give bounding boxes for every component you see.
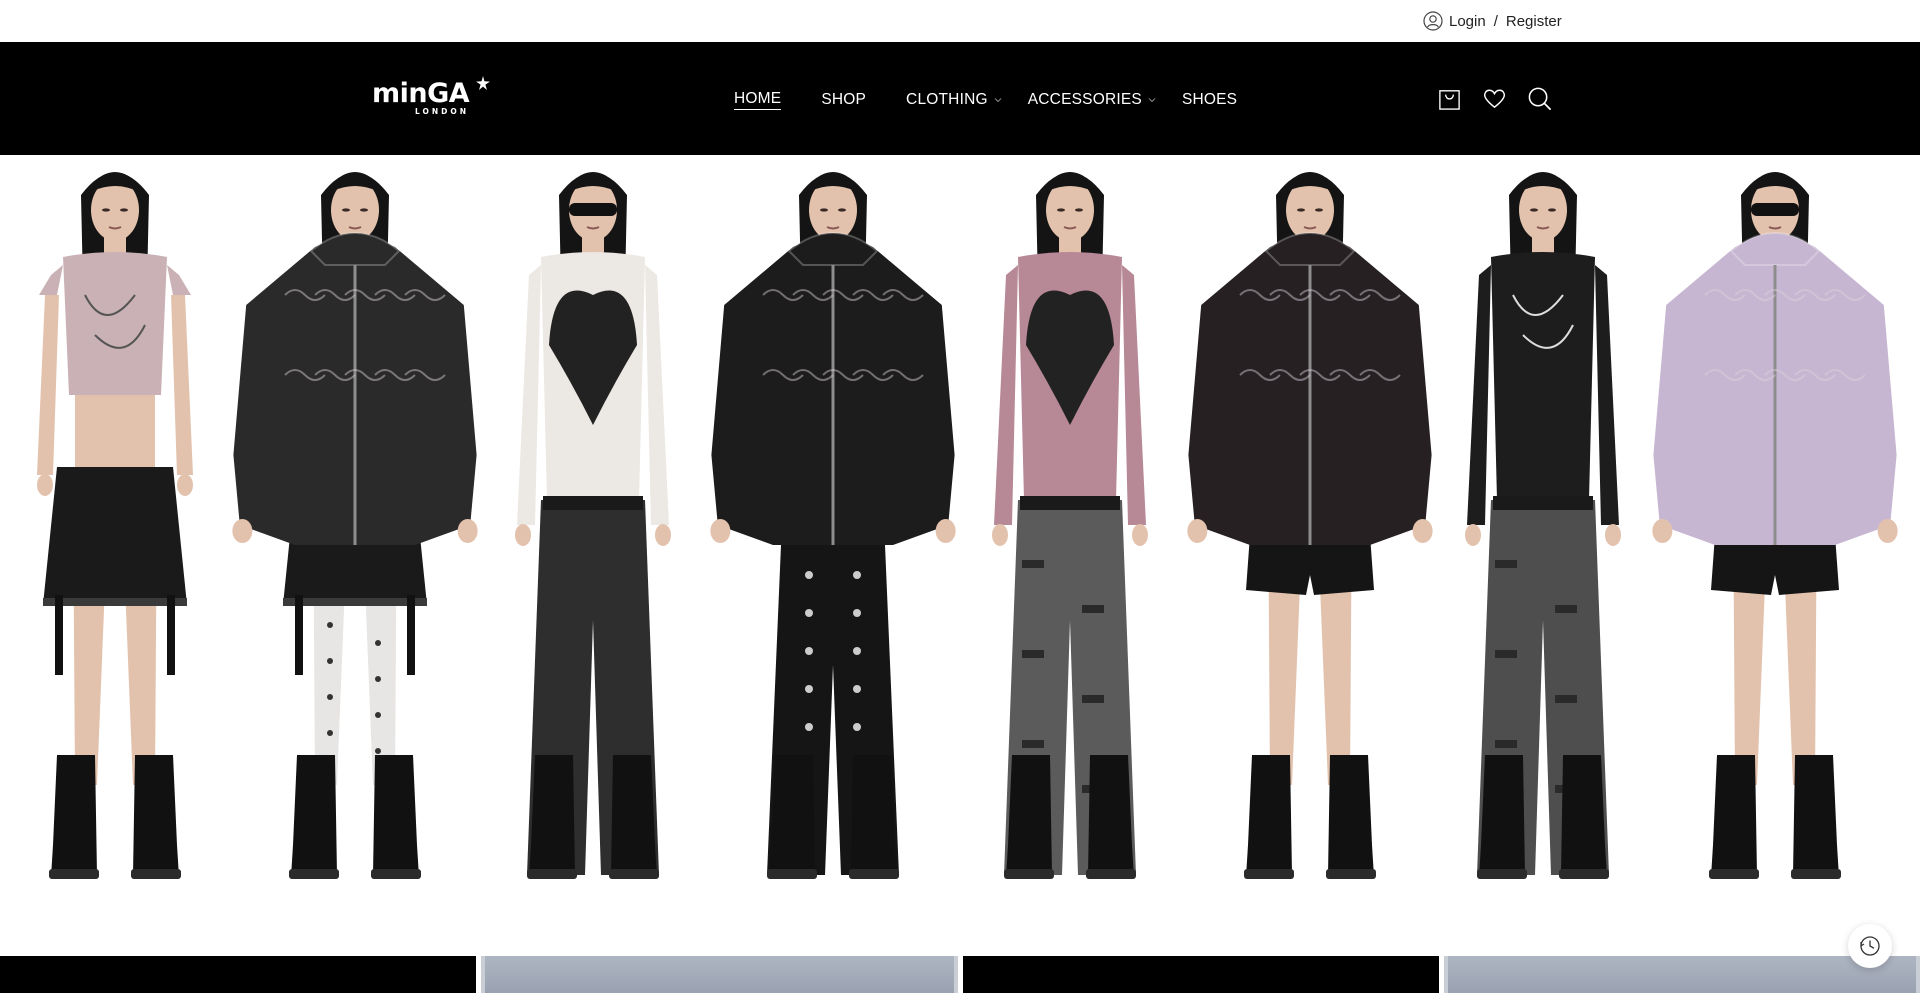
category-tile[interactable]: [1443, 956, 1920, 993]
heart-icon[interactable]: [1482, 86, 1507, 111]
login-register-link[interactable]: Login / Register: [1423, 10, 1562, 32]
search-icon[interactable]: [1527, 86, 1552, 111]
top-utility-bar: Login / Register: [0, 0, 1920, 42]
recently-viewed-button[interactable]: [1848, 924, 1892, 968]
model-figure: [37, 172, 193, 879]
nav-item-home[interactable]: HOME: [734, 90, 782, 110]
cart-icon[interactable]: [1437, 86, 1462, 111]
category-tile[interactable]: [481, 956, 958, 993]
login-separator: /: [1493, 12, 1498, 30]
tile-image: [485, 956, 954, 993]
logo-text: minGA: [372, 78, 470, 109]
nav-item-label: HOME: [734, 90, 782, 110]
category-tile[interactable]: [0, 956, 477, 993]
model-figure: [515, 172, 671, 879]
model-figure: [1465, 172, 1621, 879]
model-figure: [710, 172, 956, 879]
main-nav: HOME SHOP CLOTHING ACCESSORIES SHOES: [734, 88, 1237, 112]
nav-item-accessories[interactable]: ACCESSORIES: [1028, 91, 1156, 109]
model-figure: [1187, 172, 1433, 879]
main-header: minGA LONDON HOME SHOP CLOTHING ACCESSOR…: [0, 42, 1920, 155]
tile-image: [1447, 956, 1916, 993]
history-icon: [1860, 936, 1880, 956]
nav-item-shoes[interactable]: SHOES: [1182, 91, 1237, 109]
hero-models-image: [37, 172, 1898, 879]
user-icon: [1423, 11, 1443, 31]
nav-item-label: ACCESSORIES: [1027, 91, 1142, 108]
model-figure: [232, 172, 478, 879]
login-label[interactable]: Login: [1449, 13, 1486, 30]
nav-item-label: SHOES: [1181, 91, 1238, 108]
chevron-down-icon: [994, 98, 1002, 103]
model-figure: [992, 172, 1148, 879]
hero-banner[interactable]: [0, 155, 1920, 955]
nav-item-shop[interactable]: SHOP: [821, 91, 866, 109]
nav-item-clothing[interactable]: CLOTHING: [906, 91, 1002, 109]
nav-item-label: SHOP: [821, 91, 867, 108]
category-tile[interactable]: [962, 956, 1439, 993]
nav-item-label: CLOTHING: [906, 91, 988, 108]
header-icons: [1437, 85, 1552, 111]
logo[interactable]: minGA LONDON: [372, 76, 490, 120]
chevron-down-icon: [1148, 98, 1156, 103]
star-icon: [476, 76, 490, 90]
category-strip: [0, 956, 1920, 993]
register-label[interactable]: Register: [1506, 13, 1562, 30]
model-figure: [1652, 172, 1898, 879]
